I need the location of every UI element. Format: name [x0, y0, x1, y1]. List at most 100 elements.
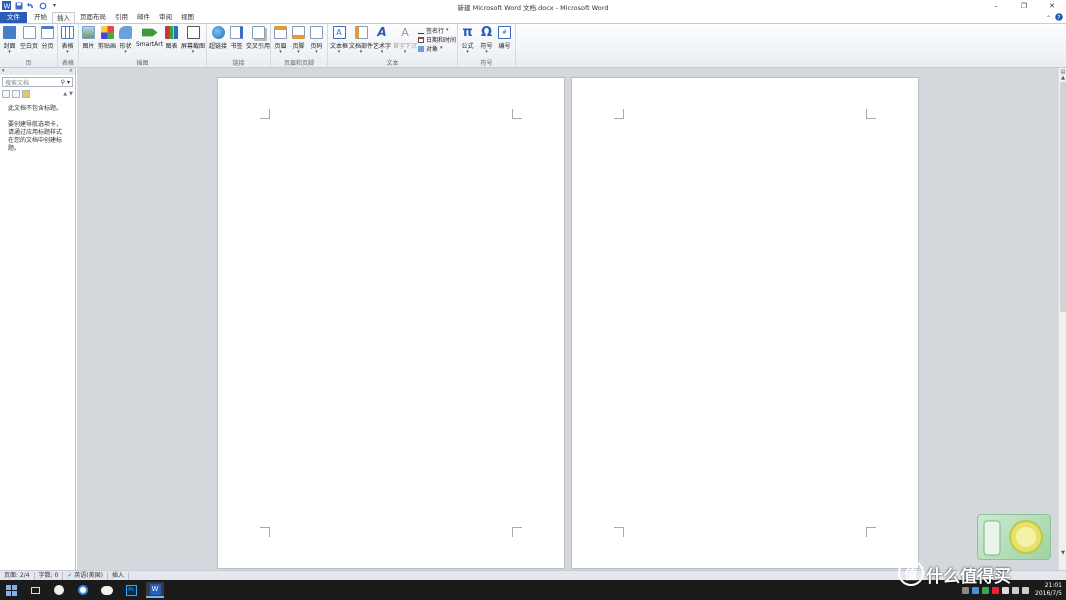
- blank-page-button[interactable]: 空白页: [20, 26, 38, 50]
- cross-reference-button[interactable]: 交叉引用: [246, 26, 270, 50]
- drop-cap-button[interactable]: A 首字下沉 ▾: [393, 26, 417, 55]
- clipart-button[interactable]: 剪贴画: [98, 26, 116, 50]
- chart-button[interactable]: 图表: [165, 26, 178, 50]
- tab-home[interactable]: 开始: [30, 12, 51, 23]
- browse-pages-tab[interactable]: [12, 90, 20, 98]
- watermark-logo: 值: [898, 560, 924, 586]
- search-icon[interactable]: ⚲: [61, 79, 65, 86]
- tray-icon[interactable]: [982, 586, 990, 594]
- group-illustrations: 图片 剪贴画 形状 ▾ SmartArt 图表 屏幕截图 ▾ 插图: [79, 24, 207, 68]
- start-button[interactable]: [2, 582, 20, 598]
- tab-mailings[interactable]: 邮件: [133, 12, 154, 23]
- minimize-button[interactable]: –: [982, 0, 1010, 12]
- table-button[interactable]: 表格 ▾: [61, 26, 74, 55]
- signature-line-button[interactable]: 签名行 ▾: [418, 26, 449, 35]
- tray-icon[interactable]: [1002, 586, 1010, 594]
- shapes-button[interactable]: 形状 ▾: [119, 26, 132, 55]
- document-page[interactable]: [571, 77, 919, 569]
- task-view-icon: [30, 586, 40, 594]
- previous-arrow-icon[interactable]: ▲: [63, 91, 67, 97]
- network-icon[interactable]: [1022, 586, 1030, 594]
- task-view-button[interactable]: [26, 582, 44, 598]
- group-links: 超链接 书签 交叉引用 链接: [207, 24, 271, 68]
- close-pane-icon[interactable]: ×: [69, 68, 73, 75]
- tab-insert[interactable]: 插入: [52, 12, 75, 23]
- symbol-button[interactable]: Ω 符号 ▾: [480, 26, 493, 55]
- search-placeholder: 搜索文档: [5, 79, 30, 87]
- tab-references[interactable]: 引用: [111, 12, 132, 23]
- page-number-button[interactable]: 页码 ▾: [310, 26, 323, 55]
- search-options-icon[interactable]: ▾: [67, 79, 70, 86]
- navigation-pane: ▾ × 搜索文档 ⚲ ▾ ▲ ▼ 此文档不包含标题。 要创建导航选项卡，请通过应…: [0, 68, 76, 570]
- calendar-icon: [418, 36, 424, 43]
- numbering-button[interactable]: # 编号: [498, 26, 511, 50]
- browse-headings-tab[interactable]: [2, 90, 10, 98]
- margin-corner-mark: [260, 527, 270, 537]
- help-icon[interactable]: ?: [1055, 13, 1063, 23]
- watermark-text: 什么值得买: [926, 567, 1011, 587]
- tab-review[interactable]: 审阅: [155, 12, 176, 23]
- document-area[interactable]: [77, 68, 1058, 570]
- tray-icon[interactable]: [972, 586, 980, 594]
- group-label-symbols: 符号: [480, 60, 493, 67]
- object-button[interactable]: 对象 ▾: [418, 44, 443, 53]
- smartart-button[interactable]: SmartArt: [136, 26, 163, 48]
- tab-file[interactable]: 文件: [0, 12, 27, 23]
- tray-icon[interactable]: [962, 586, 970, 594]
- footer-button[interactable]: 页脚 ▾: [292, 26, 305, 55]
- table-icon: [61, 26, 74, 39]
- quick-parts-button[interactable]: 文档部件 ▾: [349, 26, 373, 55]
- margin-corner-mark: [614, 109, 624, 119]
- group-label-text: 文本: [386, 60, 399, 67]
- insert-mode-status[interactable]: 插入: [108, 571, 129, 580]
- vertical-scrollbar[interactable]: ▤ ▲ ▼: [1058, 68, 1066, 570]
- scroll-thumb[interactable]: [1060, 82, 1066, 312]
- picture-button[interactable]: 图片: [82, 26, 95, 50]
- hyperlink-button[interactable]: 超链接: [209, 26, 227, 50]
- tray-icon[interactable]: [992, 586, 1000, 594]
- bookmark-button[interactable]: 书签: [230, 26, 243, 50]
- margin-corner-mark: [512, 527, 522, 537]
- window-title: 新建 Microsoft Word 文档.docx - Microsoft Wo…: [457, 4, 609, 12]
- equation-button[interactable]: π 公式 ▾: [461, 26, 474, 55]
- cover-page-icon: [3, 26, 16, 39]
- search-document-input[interactable]: 搜索文档 ⚲ ▾: [2, 77, 73, 87]
- volume-icon[interactable]: [1012, 586, 1020, 594]
- taskbar-clock[interactable]: 21:01 2016/7/5: [1035, 582, 1062, 598]
- pane-menu-icon[interactable]: ▾: [2, 68, 5, 75]
- group-label-pages: 页: [25, 60, 32, 67]
- taskbar-app-photoshop[interactable]: Ps: [122, 582, 140, 598]
- tab-page-layout[interactable]: 页面布局: [76, 12, 110, 23]
- desktop-widget-image: [977, 514, 1051, 560]
- taskbar-app-word[interactable]: W: [146, 582, 164, 598]
- text-box-button[interactable]: A 文本框 ▾: [330, 26, 348, 55]
- page-number-icon: [310, 26, 323, 39]
- wordart-button[interactable]: A 艺术字 ▾: [373, 26, 391, 55]
- document-page[interactable]: [217, 77, 565, 569]
- photoshop-icon: Ps: [125, 584, 137, 596]
- restore-button[interactable]: ❐: [1010, 0, 1038, 12]
- taskbar-app-search[interactable]: [74, 582, 92, 598]
- smartart-icon: [141, 28, 158, 37]
- cross-reference-icon: [251, 26, 265, 39]
- scroll-up-arrow[interactable]: ▲: [1059, 75, 1066, 81]
- tab-view[interactable]: 视图: [177, 12, 198, 23]
- bookmark-icon: [230, 26, 243, 39]
- taskbar-app-browser[interactable]: [50, 582, 68, 598]
- taskbar-app-wechat[interactable]: [98, 582, 116, 598]
- proofing-status[interactable]: ✓ 英语(美国): [63, 571, 108, 580]
- margin-corner-mark: [866, 527, 876, 537]
- page-count-status[interactable]: 页面: 2/4: [0, 571, 35, 580]
- cover-page-button[interactable]: 封面 ▾: [3, 26, 16, 55]
- date-time-button[interactable]: 日期和时间: [418, 35, 456, 44]
- header-button[interactable]: 页眉 ▾: [274, 26, 287, 55]
- close-button[interactable]: ✕: [1038, 0, 1066, 12]
- qq-browser-icon: [78, 585, 88, 595]
- browse-results-tab[interactable]: [22, 90, 30, 98]
- next-arrow-icon[interactable]: ▼: [69, 91, 73, 97]
- scroll-down-arrow[interactable]: ▼: [1059, 550, 1066, 556]
- screenshot-button[interactable]: 屏幕截图 ▾: [181, 26, 205, 55]
- word-count-status[interactable]: 字数: 0: [35, 571, 64, 580]
- page-break-button[interactable]: 分页: [41, 26, 54, 50]
- minimize-ribbon-icon[interactable]: ⌃: [1046, 15, 1051, 22]
